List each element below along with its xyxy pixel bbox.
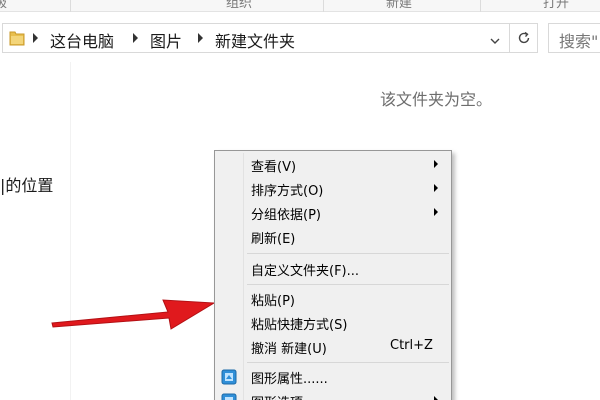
menu-item-label: 图形选项 [251, 392, 303, 400]
nav-pane-item[interactable]: |的位置 [0, 172, 53, 196]
breadcrumb-separator-icon[interactable] [198, 33, 203, 43]
ribbon-group-label: 新建 [386, 0, 413, 11]
menu-item-label: 刷新(E) [251, 232, 296, 247]
menu-item-view[interactable]: 查看(V) [217, 153, 449, 177]
annotation-arrow-icon [51, 299, 216, 330]
menu-item-group-by[interactable]: 分组依据(P) [217, 201, 449, 225]
menu-item-graphics-properties[interactable]: 图形属性...... [217, 365, 449, 389]
menu-separator [247, 362, 449, 363]
menu-item-label: 自定义文件夹(F)... [251, 264, 360, 279]
submenu-arrow-icon [434, 184, 438, 192]
menu-item-undo-new[interactable]: 撤消 新建(U) Ctrl+Z [217, 335, 449, 359]
folder-icon [9, 29, 25, 47]
menu-item-label: 撤消 新建(U) [251, 342, 327, 357]
ribbon: 极 组织 新建 打开 [0, 0, 600, 12]
menu-item-refresh[interactable]: 刷新(E) [217, 225, 449, 249]
context-menu: 查看(V) 排序方式(O) 分组依据(P) 刷新(E) 自定义文件夹(F)...… [214, 150, 452, 400]
address-bar[interactable]: 这台电脑 图片 新建文件夹 [2, 23, 538, 53]
ribbon-divider [323, 0, 324, 12]
menu-item-graphics-options[interactable]: 图形选项 [217, 389, 449, 400]
submenu-arrow-icon [434, 160, 438, 168]
breadcrumb-separator-icon[interactable] [133, 33, 138, 43]
explorer-window: 极 组织 新建 打开 这台电脑 图片 新建文件夹 搜索" |的位置 该文件夹为空… [0, 0, 600, 400]
menu-item-shortcut: Ctrl+Z [390, 338, 433, 353]
menu-item-paste-shortcut[interactable]: 粘贴快捷方式(S) [217, 311, 449, 335]
breadcrumb-new-folder[interactable]: 新建文件夹 [215, 28, 295, 52]
menu-item-customize-folder[interactable]: 自定义文件夹(F)... [217, 257, 449, 281]
ribbon-divider [70, 0, 71, 12]
breadcrumb-separator-icon[interactable] [33, 33, 38, 43]
refresh-button[interactable] [509, 23, 537, 53]
search-box[interactable]: 搜索" [548, 23, 600, 53]
submenu-arrow-icon [434, 396, 438, 400]
menu-item-label: 排序方式(O) [251, 184, 324, 199]
ribbon-divider [480, 0, 481, 12]
menu-item-label: 分组依据(P) [251, 208, 321, 223]
menu-item-label: 图形属性...... [251, 372, 328, 387]
ribbon-group-label: 组织 [226, 0, 253, 11]
breadcrumb-this-pc[interactable]: 这台电脑 [50, 28, 114, 52]
submenu-arrow-icon [434, 208, 438, 216]
menu-item-label: 粘贴(P) [251, 294, 295, 309]
navigation-pane-divider [70, 62, 71, 400]
chevron-down-icon[interactable] [489, 32, 501, 44]
ribbon-group-label: 打开 [543, 0, 570, 11]
search-input[interactable]: 搜索" [559, 28, 598, 52]
menu-item-label: 粘贴快捷方式(S) [251, 318, 348, 333]
menu-item-paste[interactable]: 粘贴(P) [217, 287, 449, 311]
empty-folder-message: 该文件夹为空。 [380, 90, 493, 109]
menu-item-label: 查看(V) [251, 160, 297, 175]
graphics-properties-icon [221, 369, 237, 385]
graphics-options-icon [221, 393, 237, 400]
refresh-icon [518, 31, 530, 44]
ribbon-group-label: 极 [0, 0, 8, 11]
menu-separator [247, 284, 449, 285]
menu-separator [247, 253, 449, 254]
menu-item-sort-by[interactable]: 排序方式(O) [217, 177, 449, 201]
breadcrumb-pictures[interactable]: 图片 [150, 28, 182, 52]
